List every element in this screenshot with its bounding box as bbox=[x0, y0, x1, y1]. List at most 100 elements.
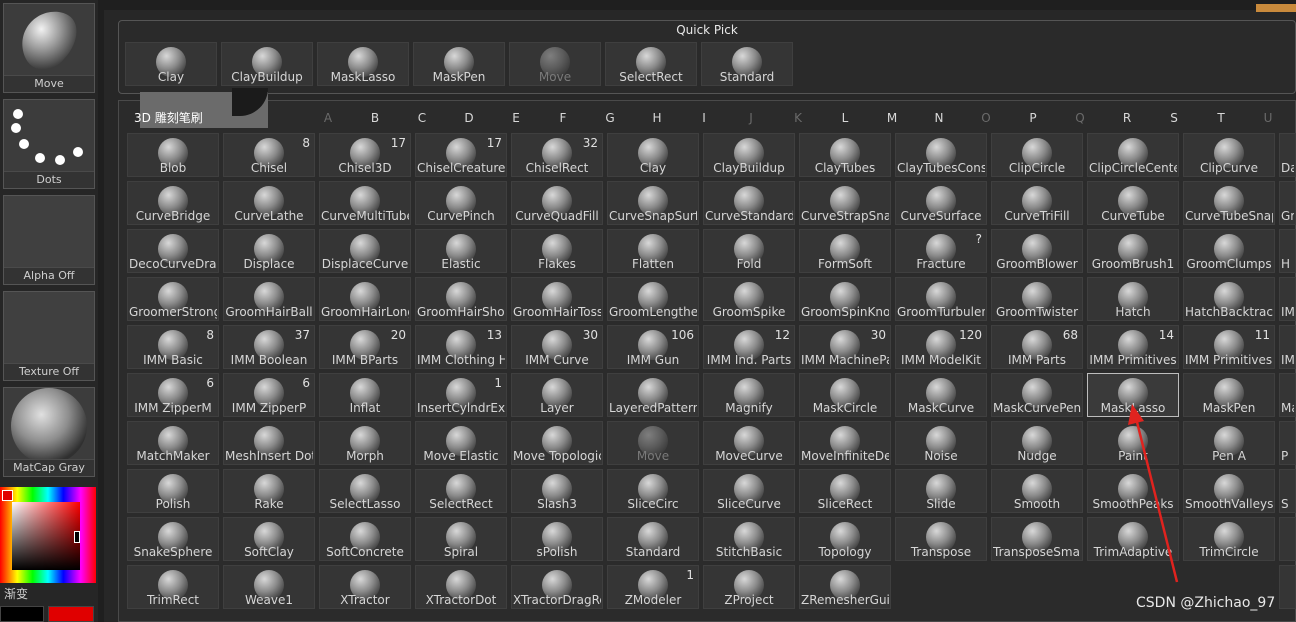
brush-smoothpeaks-button[interactable]: SmoothPeaks bbox=[1087, 469, 1179, 513]
brush-edge-button[interactable]: Da bbox=[1279, 133, 1296, 177]
brush-claybuildup-button[interactable]: ClayBuildup bbox=[221, 42, 313, 86]
alpha-filter-n[interactable]: N bbox=[932, 111, 946, 125]
brush-edge-button[interactable]: Ma bbox=[1279, 373, 1296, 417]
brush-trimrect-button[interactable]: TrimRect bbox=[127, 565, 219, 609]
brush-hatchbacktrack-button[interactable]: HatchBacktrack bbox=[1183, 277, 1275, 321]
alpha-filter-t[interactable]: T bbox=[1214, 111, 1228, 125]
brush-transposesmart-button[interactable]: TransposeSmart bbox=[991, 517, 1083, 561]
alpha-filter-r[interactable]: R bbox=[1120, 111, 1134, 125]
brush-xtractordot-button[interactable]: XTractorDot bbox=[415, 565, 507, 609]
brush-trimcircle-button[interactable]: TrimCircle bbox=[1183, 517, 1275, 561]
brush-edge-button[interactable]: Gr bbox=[1279, 181, 1296, 225]
brush-move-topologica-button[interactable]: Move Topologica bbox=[511, 421, 603, 465]
brush-groomclumps-button[interactable]: GroomClumps bbox=[1183, 229, 1275, 273]
brush-slide-button[interactable]: Slide bbox=[895, 469, 987, 513]
brush-matchmaker-button[interactable]: MatchMaker bbox=[127, 421, 219, 465]
brush-fold-button[interactable]: Fold bbox=[703, 229, 795, 273]
brush-displace-button[interactable]: Displace bbox=[223, 229, 315, 273]
alpha-filter-e[interactable]: E bbox=[509, 111, 523, 125]
brush-clipcurve-button[interactable]: ClipCurve bbox=[1183, 133, 1275, 177]
brush-claytubesconst-button[interactable]: ClayTubesConst bbox=[895, 133, 987, 177]
brush-selectlasso-button[interactable]: SelectLasso bbox=[319, 469, 411, 513]
brush-flatten-button[interactable]: Flatten bbox=[607, 229, 699, 273]
alpha-filter-d[interactable]: D bbox=[462, 111, 476, 125]
brush-fracture-button[interactable]: Fracture? bbox=[895, 229, 987, 273]
brush-meshinsert-dot-button[interactable]: MeshInsert Dot bbox=[223, 421, 315, 465]
brush-slicerect-button[interactable]: SliceRect bbox=[799, 469, 891, 513]
brush-softclay-button[interactable]: SoftClay bbox=[223, 517, 315, 561]
brush-morph-button[interactable]: Morph bbox=[319, 421, 411, 465]
alpha-filter-a[interactable]: A bbox=[321, 111, 335, 125]
alpha-filter-h[interactable]: H bbox=[650, 111, 664, 125]
alpha-filter-g[interactable]: G bbox=[603, 111, 617, 125]
brush-zmodeler-button[interactable]: ZModeler 1 bbox=[607, 565, 699, 609]
brush-imm-curve-button[interactable]: IMM Curve 30 bbox=[511, 325, 603, 369]
brush-pen-a-button[interactable]: Pen A bbox=[1183, 421, 1275, 465]
brush-edge-button[interactable] bbox=[1279, 565, 1296, 609]
alpha-filter-f[interactable]: F bbox=[556, 111, 570, 125]
brush-imm-machinepar-button[interactable]: IMM MachinePar 30 bbox=[799, 325, 891, 369]
brush-topology-button[interactable]: Topology bbox=[799, 517, 891, 561]
brush-move-elastic-button[interactable]: Move Elastic bbox=[415, 421, 507, 465]
main-color-swatch[interactable] bbox=[48, 606, 94, 622]
brush-elastic-button[interactable]: Elastic bbox=[415, 229, 507, 273]
color-picker-hue[interactable] bbox=[0, 487, 96, 583]
brush-imm-bparts-button[interactable]: IMM BParts 20 bbox=[319, 325, 411, 369]
brush-weave1-button[interactable]: Weave1 bbox=[223, 565, 315, 609]
brush-clipcircle-button[interactable]: ClipCircle bbox=[991, 133, 1083, 177]
brush-clay-button[interactable]: Clay bbox=[125, 42, 217, 86]
brush-selectrect-button[interactable]: SelectRect bbox=[415, 469, 507, 513]
brush-groomtwister-button[interactable]: GroomTwister bbox=[991, 277, 1083, 321]
alpha-filter-u[interactable]: U bbox=[1261, 111, 1275, 125]
brush-paint-button[interactable]: Paint bbox=[1087, 421, 1179, 465]
brush-slicecirc-button[interactable]: SliceCirc bbox=[607, 469, 699, 513]
brush-curvetrifill-button[interactable]: CurveTriFill bbox=[991, 181, 1083, 225]
brush-groomhairlong-button[interactable]: GroomHairLong bbox=[319, 277, 411, 321]
brush-slash3-button[interactable]: Slash3 bbox=[511, 469, 603, 513]
brush-groombrush1-button[interactable]: GroomBrush1 bbox=[1087, 229, 1179, 273]
brush-chisel-button[interactable]: Chisel 8 bbox=[223, 133, 315, 177]
brush-nudge-button[interactable]: Nudge bbox=[991, 421, 1083, 465]
brush-groomspinknot-button[interactable]: GroomSpinKnot bbox=[799, 277, 891, 321]
brush-noise-button[interactable]: Noise bbox=[895, 421, 987, 465]
brush-imm-gun-button[interactable]: IMM Gun 106 bbox=[607, 325, 699, 369]
brush-softconcrete-button[interactable]: SoftConcrete bbox=[319, 517, 411, 561]
brush-maskcurve-button[interactable]: MaskCurve bbox=[895, 373, 987, 417]
brush-standard-button[interactable]: Standard bbox=[607, 517, 699, 561]
brush-spolish-button[interactable]: sPolish bbox=[511, 517, 603, 561]
brush-flakes-button[interactable]: Flakes bbox=[511, 229, 603, 273]
brush-curvesnapsurfa-button[interactable]: CurveSnapSurfa bbox=[607, 181, 699, 225]
brush-maskpen-button[interactable]: MaskPen bbox=[1183, 373, 1275, 417]
brush-curvestrapsnap-button[interactable]: CurveStrapSnap bbox=[799, 181, 891, 225]
brush-curvebridge-button[interactable]: CurveBridge bbox=[127, 181, 219, 225]
brush-imm-primitivesh-button[interactable]: IMM PrimitivesH 11 bbox=[1183, 325, 1275, 369]
brush-move-button[interactable]: Move bbox=[509, 42, 601, 86]
brush-curvetubesnap-button[interactable]: CurveTubeSnap bbox=[1183, 181, 1275, 225]
alpha-filter-k[interactable]: K bbox=[791, 111, 805, 125]
brush-imm-primitives-button[interactable]: IMM Primitives 14 bbox=[1087, 325, 1179, 369]
brush-curvepinch-button[interactable]: CurvePinch bbox=[415, 181, 507, 225]
brush-decocurvedragd-button[interactable]: DecoCurveDragD bbox=[127, 229, 219, 273]
brush-hatch-button[interactable]: Hatch bbox=[1087, 277, 1179, 321]
alpha-filter-b[interactable]: B bbox=[368, 111, 382, 125]
gradient-label[interactable]: 渐变 bbox=[4, 585, 28, 602]
brush-edge-button[interactable]: S bbox=[1279, 469, 1296, 513]
brush-maskcircle-button[interactable]: MaskCircle bbox=[799, 373, 891, 417]
brush-groomerstrong-button[interactable]: GroomerStrong bbox=[127, 277, 219, 321]
alpha-filter-c[interactable]: C bbox=[415, 111, 429, 125]
brush-transpose-button[interactable]: Transpose bbox=[895, 517, 987, 561]
brush-imm-zipperp-button[interactable]: IMM ZipperP 6 bbox=[223, 373, 315, 417]
brush-trimadaptive-button[interactable]: TrimAdaptive bbox=[1087, 517, 1179, 561]
brush-smoothvalleys-button[interactable]: SmoothValleys bbox=[1183, 469, 1275, 513]
brush-claytubes-button[interactable]: ClayTubes bbox=[799, 133, 891, 177]
color-picker-saturation[interactable] bbox=[12, 502, 80, 570]
brush-edge-button[interactable] bbox=[1279, 517, 1296, 561]
dots-stroke-button[interactable]: Dots bbox=[3, 99, 95, 189]
matcap-button[interactable]: MatCap Gray bbox=[3, 387, 95, 477]
brush-move-button[interactable]: Move bbox=[607, 421, 699, 465]
brush-imm-modelkit-button[interactable]: IMM ModelKit 120 bbox=[895, 325, 987, 369]
brush-polish-button[interactable]: Polish bbox=[127, 469, 219, 513]
brush-masklasso-button[interactable]: MaskLasso bbox=[1087, 373, 1179, 417]
brush-snakesphere-button[interactable]: SnakeSphere bbox=[127, 517, 219, 561]
brush-zproject-button[interactable]: ZProject bbox=[703, 565, 795, 609]
